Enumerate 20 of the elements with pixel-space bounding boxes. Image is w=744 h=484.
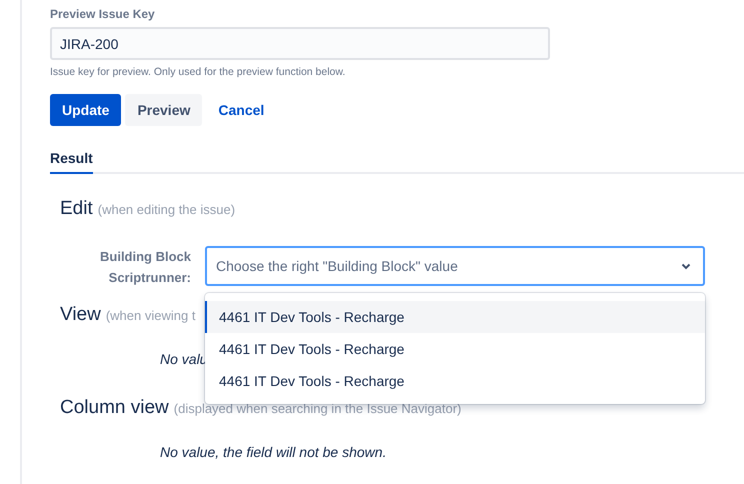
- section-note: (when editing the issue): [98, 202, 236, 217]
- dropdown-option[interactable]: 4461 IT Dev Tools - Recharge: [205, 301, 705, 333]
- help-text: Issue key for preview. Only used for the preview function below.: [50, 66, 346, 78]
- section-title: View: [60, 304, 101, 326]
- cancel-link[interactable]: Cancel: [206, 94, 276, 126]
- action-button[interactable]: Preview: [125, 94, 202, 126]
- action-button[interactable]: Update: [50, 94, 122, 126]
- chevron-down-icon: [681, 262, 691, 270]
- dropdown-option[interactable]: 4461 IT Dev Tools - Recharge: [205, 333, 705, 365]
- issue-key-field[interactable]: JIRA-200: [50, 27, 550, 60]
- section-note: (displayed when searching in the Issue Navigator): [174, 401, 462, 416]
- field-label: Preview Issue Key: [50, 7, 156, 23]
- section-title: Column view: [60, 397, 169, 419]
- empty-message: No value, the field will not be shown.: [160, 444, 388, 460]
- section-title: Edit: [60, 198, 93, 220]
- select-field[interactable]: Choose the right "Building Block" value: [205, 246, 705, 286]
- tab[interactable]: Result: [50, 144, 93, 174]
- dropdown-option[interactable]: 4461 IT Dev Tools - Recharge: [205, 365, 705, 397]
- field-label: Building Block Scriptrunner:: [99, 248, 191, 287]
- section-note: (when viewing t: [106, 308, 196, 323]
